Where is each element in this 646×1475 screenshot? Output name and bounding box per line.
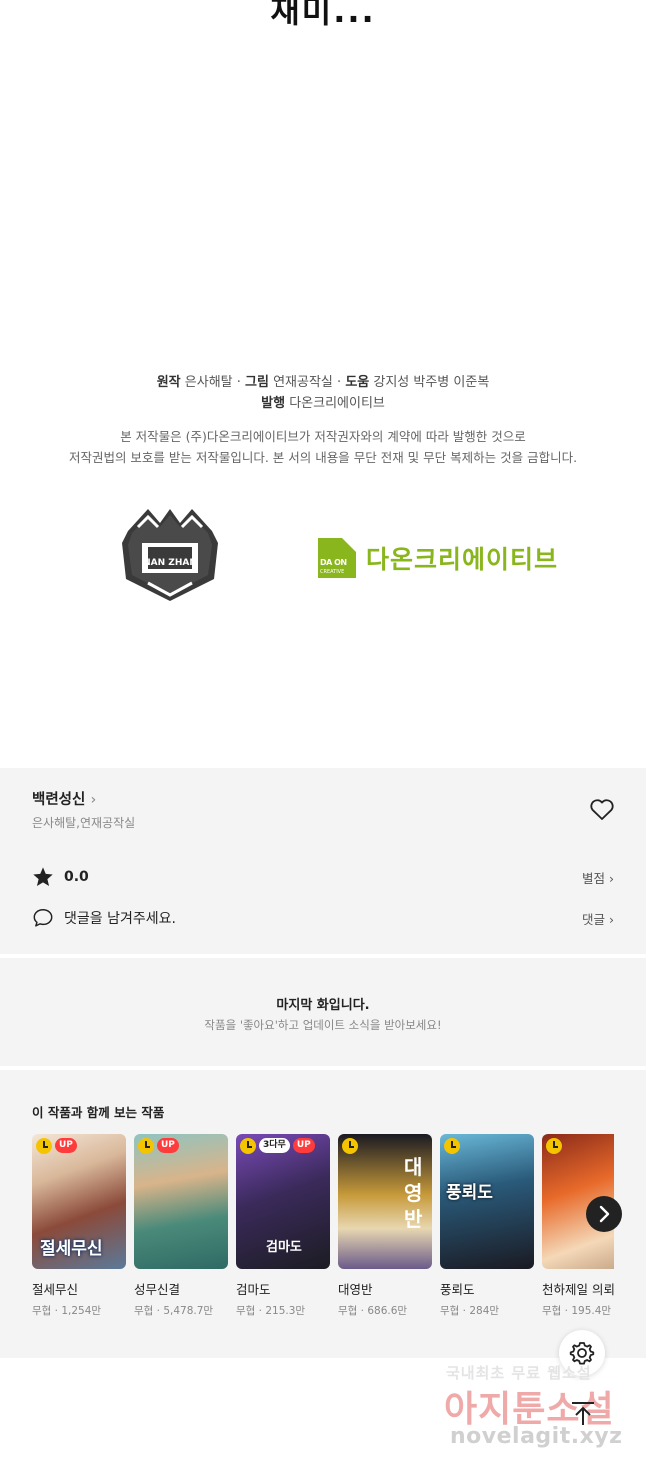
recommendation-card[interactable]: UP 절세무신 절세무신 무협 · 1,254만: [32, 1134, 126, 1318]
series-title: 백련성신: [32, 792, 86, 808]
last-episode-subtitle: 작품을 '좋아요'하고 업데이트 소식을 받아보세요!: [204, 1018, 442, 1032]
nanzhan-logo-icon: NAN ZHAN: [122, 509, 218, 601]
daon-creative-logo: DA ON CREATIVE 다온크리에이티브: [318, 537, 558, 579]
card-title: 풍뢰도: [440, 1282, 475, 1297]
carousel-next-button[interactable]: [586, 1196, 622, 1232]
recommendation-carousel: UP 절세무신 절세무신 무협 · 1,254만 UP 성무신결 무협 · 5,…: [32, 1134, 614, 1334]
comment-prompt[interactable]: 댓글을 남겨주세요.: [64, 908, 176, 928]
copyright-notice: 본 저작물은 (주)다온크리에이티브가 저작권자와의 계약에 따라 발행한 것으…: [0, 426, 646, 468]
free-episodes-badge: 3다무: [259, 1138, 290, 1153]
series-info-panel: 백련성신 › 은사해탈,연재공작실 0.0 별점 › 댓글을 남겨주세요. 댓글…: [0, 768, 646, 954]
clock-icon: [36, 1138, 52, 1154]
cover-title-text: 풍뢰도: [446, 1183, 493, 1203]
comment-bubble-icon: [33, 909, 53, 927]
chevron-right-icon: [599, 1205, 610, 1223]
series-title-link[interactable]: 백련성신 ›: [32, 788, 96, 809]
credit-publisher-value: 다온크리에이티브: [289, 396, 385, 411]
cover-thumbnail: 풍뢰도: [440, 1134, 534, 1269]
copyright-line-1: 본 저작물은 (주)다온크리에이티브가 저작권자와의 계약에 따라 발행한 것으…: [120, 429, 526, 444]
card-title: 대영반: [338, 1282, 373, 1297]
credit-help-value: 강지성 박주병 이준복: [373, 375, 490, 390]
recommendations-heading: 이 작품과 함께 보는 작품: [32, 1105, 165, 1120]
credit-separator: ·: [232, 375, 246, 390]
series-authors: 은사해탈,연재공작실: [32, 816, 136, 830]
credit-original-value: 은사해탈: [184, 375, 233, 390]
up-badge: UP: [157, 1138, 179, 1153]
recommendation-card[interactable]: 대영반 대영반 무협 · 686.6만: [338, 1134, 432, 1318]
cover-title-text: 검마도: [266, 1240, 302, 1255]
previous-text-fragment: 재미...: [270, 0, 376, 30]
card-title: 천하제일 의뢰: [542, 1282, 614, 1297]
rating-row: 0.0 별점 ›: [32, 864, 614, 890]
card-title: 절세무신: [32, 1282, 79, 1297]
credit-art-label: 그림: [245, 375, 269, 390]
cover-thumbnail: UP: [134, 1134, 228, 1269]
rating-link-label: 별점: [582, 870, 606, 886]
card-meta: 무협 · 284만: [440, 1305, 500, 1317]
credit-separator: ·: [332, 375, 346, 390]
card-meta: 무협 · 215.3만: [236, 1305, 306, 1317]
daon-logo-name: 다온크리에이티브: [366, 545, 559, 574]
last-episode-title: 마지막 화입니다.: [276, 998, 370, 1013]
credit-publisher-label: 발행: [261, 396, 286, 411]
rating-value: 0.0: [64, 869, 89, 885]
cover-thumbnail: 3다무 UP 검마도: [236, 1134, 330, 1269]
nanzhan-logo-text: NAN ZHAN: [143, 558, 197, 568]
recommendation-card[interactable]: 풍뢰도 풍뢰도 무협 · 284만: [440, 1134, 534, 1318]
cover-title-text: 대영반: [404, 1155, 423, 1231]
cover-title-text: 절세무신: [40, 1239, 103, 1259]
credit-art-value: 연재공작실: [273, 375, 333, 390]
up-badge: UP: [292, 1138, 315, 1153]
comment-row: 댓글을 남겨주세요. 댓글 ›: [32, 905, 614, 931]
card-title: 검마도: [236, 1282, 271, 1297]
daon-box-text: DA ON: [320, 558, 347, 567]
card-meta: 무협 · 1,254만: [32, 1305, 102, 1317]
nanzhan-logo: NAN ZHAN: [118, 503, 222, 603]
chevron-right-icon: ›: [90, 792, 97, 808]
up-badge: UP: [55, 1138, 77, 1153]
cover-thumbnail: UP 절세무신: [32, 1134, 126, 1269]
card-meta: 무협 · 195.4만: [542, 1305, 612, 1317]
cover-thumbnail: 대영반: [338, 1134, 432, 1269]
recommendation-card[interactable]: UP 성무신결 무협 · 5,478.7만: [134, 1134, 228, 1318]
copyright-line-2: 저작권법의 보호를 받는 저작물입니다. 본 서의 내용을 무단 전재 및 무단…: [68, 450, 578, 465]
comment-link-label: 댓글: [582, 911, 606, 927]
star-icon: [33, 867, 53, 886]
card-meta: 무협 · 5,478.7만: [134, 1305, 214, 1317]
arrow-up-icon: [572, 1402, 594, 1425]
recommendation-card[interactable]: 3다무 UP 검마도 검마도 무협 · 215.3만: [236, 1134, 330, 1318]
card-title: 성무신결: [134, 1282, 181, 1297]
daon-box-subtext: CREATIVE: [320, 569, 345, 575]
chevron-right-icon: ›: [609, 870, 614, 886]
credits: 원작 은사해탈 · 그림 연재공작실 · 도움 강지성 박주병 이준복 발행 다…: [0, 372, 646, 414]
clock-icon: [240, 1138, 256, 1154]
clock-icon: [342, 1138, 358, 1154]
recommendations-panel: 이 작품과 함께 보는 작품 UP 절세무신 절세무신 무협 · 1,254만 …: [0, 1070, 646, 1358]
scroll-to-top-button[interactable]: [566, 1396, 600, 1430]
comment-link[interactable]: 댓글 ›: [582, 909, 614, 928]
heart-icon[interactable]: [589, 798, 615, 822]
card-meta: 무협 · 686.6만: [338, 1305, 408, 1317]
chevron-right-icon: ›: [609, 911, 614, 927]
rating-link[interactable]: 별점 ›: [582, 868, 614, 887]
credit-help-label: 도움: [345, 375, 370, 390]
clock-icon: [444, 1138, 460, 1154]
clock-icon: [546, 1138, 562, 1154]
clock-icon: [138, 1138, 154, 1154]
credit-original-label: 원작: [156, 375, 181, 390]
daon-box-icon: DA ON CREATIVE: [318, 538, 356, 578]
last-episode-panel: 마지막 화입니다. 작품을 '좋아요'하고 업데이트 소식을 받아보세요!: [0, 958, 646, 1066]
